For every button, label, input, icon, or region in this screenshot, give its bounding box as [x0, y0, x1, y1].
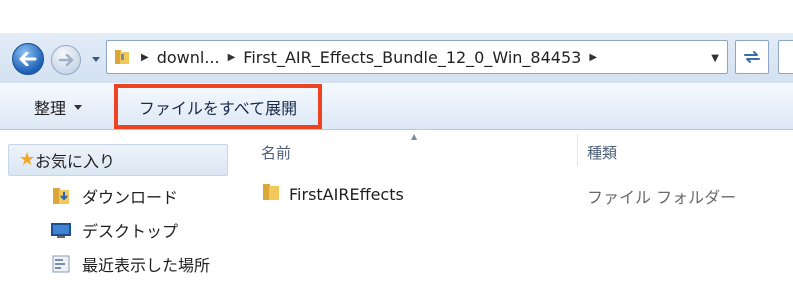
favorites-label: お気に入り — [35, 152, 116, 171]
breadcrumb-separator-icon[interactable]: ▶ — [141, 52, 149, 63]
desktop-icon — [50, 220, 72, 240]
chevron-down-icon — [74, 104, 83, 110]
refresh-icon — [744, 51, 760, 63]
forward-button[interactable] — [51, 45, 81, 75]
star-icon: ★ — [19, 149, 36, 170]
nav-item-desktop[interactable]: デスクトップ — [50, 218, 178, 242]
folder-icon — [261, 182, 281, 206]
nav-item-recent-places[interactable]: 最近表示した場所 — [50, 252, 210, 276]
address-input[interactable]: ▶ downl... ▶ First_AIR_Effects_Bundle_12… — [106, 40, 728, 74]
file-list: ▲ 名前 種類 FirstAIREffects ファイル フォルダー — [235, 130, 793, 289]
folder-icon — [113, 47, 133, 67]
back-button[interactable] — [12, 43, 44, 75]
file-type: ファイル フォルダー — [587, 188, 737, 207]
file-row[interactable]: FirstAIREffects — [261, 182, 404, 206]
arrow-left-icon — [19, 52, 37, 66]
breadcrumb-separator-icon[interactable]: ▶ — [589, 52, 597, 63]
address-dropdown-icon[interactable]: ▼ — [711, 53, 719, 64]
column-header-name[interactable]: 名前 — [261, 142, 291, 163]
extract-all-button[interactable]: ファイルをすべて展開 — [114, 84, 322, 129]
refresh-button[interactable] — [735, 40, 769, 74]
column-divider[interactable] — [577, 134, 578, 166]
favorites-header[interactable]: ★ お気に入り — [8, 144, 228, 176]
extract-all-label: ファイルをすべて展開 — [138, 98, 298, 118]
column-header-type[interactable]: 種類 — [587, 142, 617, 163]
window-top-strip — [0, 0, 793, 33]
nav-item-label: 最近表示した場所 — [82, 256, 211, 275]
chevron-down-icon — [92, 57, 100, 62]
address-bar-row: ▶ downl... ▶ First_AIR_Effects_Bundle_12… — [0, 33, 793, 83]
breadcrumb-current-folder[interactable]: First_AIR_Effects_Bundle_12_0_Win_84453 — [243, 48, 581, 67]
command-bar: 整理 ファイルをすべて展開 — [0, 83, 793, 130]
organize-button[interactable]: 整理 — [34, 95, 83, 119]
navigation-pane: ★ お気に入り ダウンロード デスクトップ 最近表示した場所 — [0, 130, 235, 289]
recent-places-icon — [50, 254, 72, 274]
breadcrumb-downloads[interactable]: downl... — [157, 48, 220, 67]
recent-pages-dropdown[interactable] — [90, 53, 102, 65]
search-input[interactable] — [778, 40, 793, 74]
arrow-right-icon — [58, 54, 74, 66]
nav-item-label: デスクトップ — [82, 222, 179, 241]
nav-item-label: ダウンロード — [82, 188, 179, 207]
breadcrumb-separator-icon[interactable]: ▶ — [228, 52, 236, 63]
sort-ascending-icon: ▲ — [411, 132, 418, 141]
download-folder-icon — [50, 186, 72, 206]
organize-label: 整理 — [34, 99, 67, 118]
file-name: FirstAIREffects — [289, 184, 404, 204]
nav-item-downloads[interactable]: ダウンロード — [50, 184, 178, 208]
